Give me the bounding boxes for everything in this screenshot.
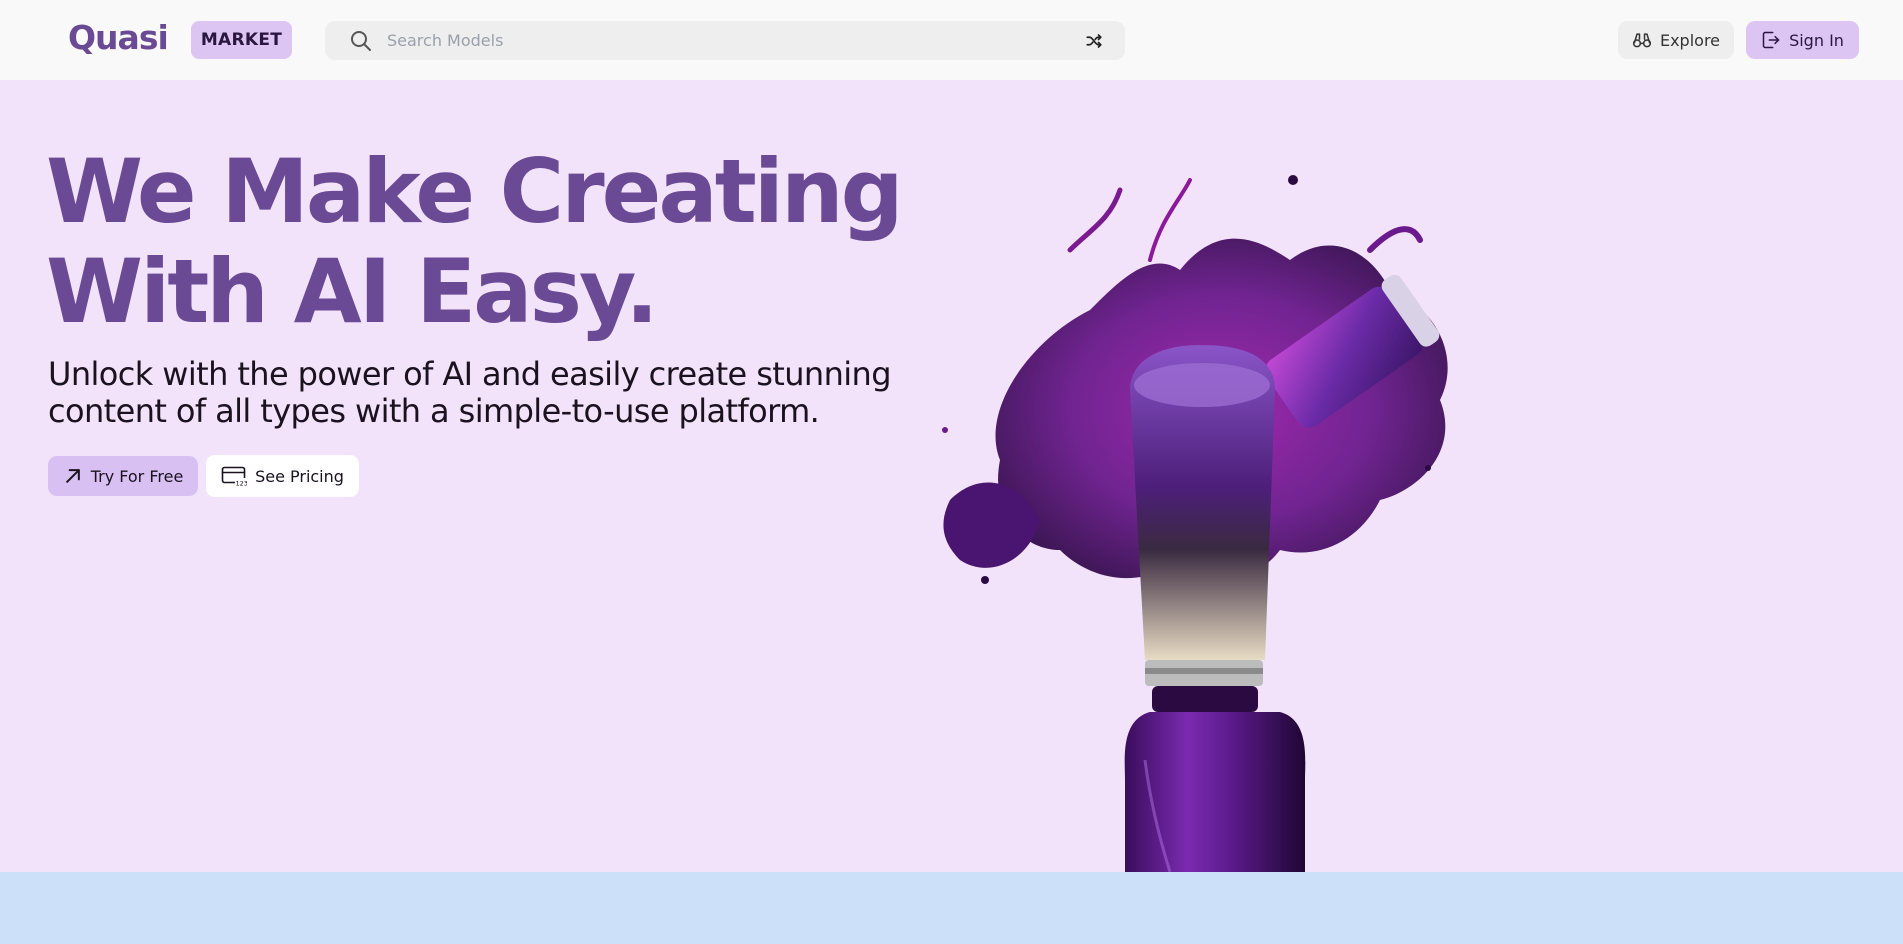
try-for-free-label: Try For Free: [90, 466, 184, 486]
search-input[interactable]: [387, 21, 1067, 60]
search-icon: [351, 31, 371, 51]
paint-brush-illustration: [942, 175, 1448, 872]
svg-text:123: 123: [236, 480, 248, 488]
next-section-band: [0, 872, 1903, 944]
see-pricing-label: See Pricing: [255, 466, 344, 486]
hero-subtitle-line-1: Unlock with the power of AI and easily c…: [48, 355, 892, 393]
binoculars-icon: [1632, 33, 1652, 48]
search-bar[interactable]: [325, 21, 1125, 60]
hero-title: We Make Creating With AI Easy.: [46, 142, 946, 342]
explore-label: Explore: [1659, 30, 1721, 50]
arrow-up-right-icon: [65, 469, 80, 483]
try-for-free-button[interactable]: Try For Free: [48, 456, 198, 496]
credit-card-icon: 123: [221, 466, 248, 488]
hero-subtitle-line-2: content of all types with a simple-to-us…: [48, 392, 820, 430]
explore-button[interactable]: Explore: [1618, 21, 1734, 59]
market-badge[interactable]: MARKET: [191, 21, 292, 59]
sign-in-icon: [1762, 31, 1780, 49]
top-navbar: Quasi MARKET Explore S: [0, 0, 1903, 80]
quasi-logo[interactable]: Quasi: [68, 18, 169, 57]
sign-in-label: Sign In: [1789, 30, 1844, 50]
sign-in-button[interactable]: Sign In: [1746, 21, 1859, 59]
hero-title-line-2: With AI Easy.: [46, 240, 659, 343]
hero-title-line-1: We Make Creating: [46, 140, 904, 243]
see-pricing-button[interactable]: 123 See Pricing: [206, 455, 359, 497]
shuffle-icon[interactable]: [1085, 32, 1103, 50]
hero-subtitle: Unlock with the power of AI and easily c…: [48, 356, 918, 430]
